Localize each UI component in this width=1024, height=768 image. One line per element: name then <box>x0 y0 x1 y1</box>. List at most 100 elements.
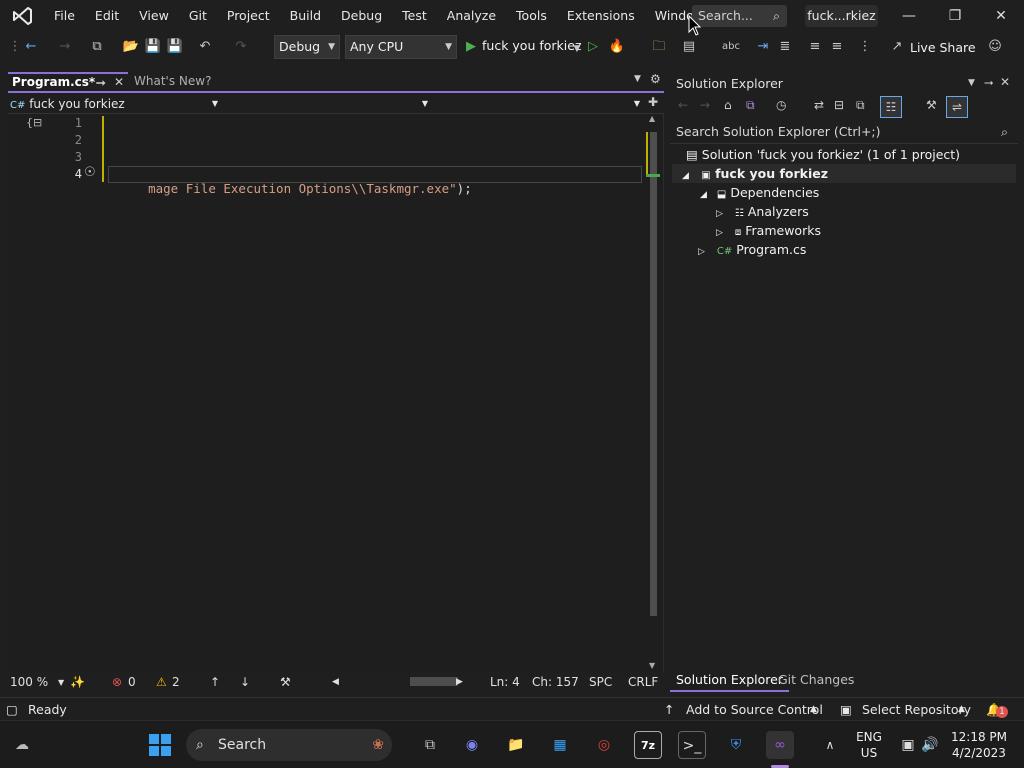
close-button[interactable]: ✕ <box>978 0 1024 32</box>
tree-frameworks[interactable]: ▷ ⧈ Frameworks <box>716 221 821 240</box>
hot-reload-icon[interactable]: 🔥 <box>608 38 626 56</box>
error-count[interactable]: 0 <box>128 675 136 689</box>
next-issue-icon[interactable]: ↓ <box>240 675 250 689</box>
navigate-back-icon[interactable]: ← <box>22 38 40 56</box>
solution-search-input[interactable]: Search Solution Explorer (Ctrl+;) ⌕ <box>670 122 1018 144</box>
tree-analyzers[interactable]: ▷ ☷ Analyzers <box>716 202 809 221</box>
chevron-down-icon[interactable]: ▼ <box>58 678 64 687</box>
browse-folder-icon[interactable]: 🗀 <box>650 38 668 56</box>
forward-icon[interactable]: → <box>700 98 710 112</box>
expanded-chevron-icon[interactable]: ◢ <box>700 190 707 200</box>
redo-icon[interactable]: ↷ <box>232 38 250 56</box>
settings-icon[interactable]: ⚙ <box>650 72 661 86</box>
tree-dependencies[interactable]: ◢ ⬓ Dependencies <box>700 183 819 202</box>
task-view-icon[interactable]: ⧉ <box>416 731 444 759</box>
show-hidden-icons-chevron[interactable]: ∧ <box>816 731 844 759</box>
chevron-up-icon[interactable]: ▲ <box>958 704 965 714</box>
hscroll-left-icon[interactable]: ◀ <box>332 677 339 687</box>
close-icon[interactable]: ✕ <box>1000 75 1010 89</box>
solution-platform-select[interactable]: Any CPU ▼ <box>345 35 457 59</box>
type-nav-select[interactable]: ▼ <box>222 95 430 113</box>
scrollbar-thumb[interactable] <box>650 132 657 616</box>
menu-extensions[interactable]: Extensions <box>557 0 645 32</box>
open-folder-icon[interactable]: 📂 <box>122 38 140 56</box>
add-to-source-control-button[interactable]: Add to Source Control <box>686 702 823 717</box>
zoom-level[interactable]: 100 % <box>10 675 48 689</box>
expanded-chevron-icon[interactable]: ◢ <box>682 171 689 181</box>
properties-icon[interactable]: ⚒ <box>926 98 937 112</box>
collapsed-chevron-icon[interactable]: ▷ <box>716 228 723 238</box>
visual-studio-taskbar-icon[interactable]: ∞ <box>766 731 794 759</box>
collapse-braces-icon[interactable]: {⊟ <box>26 116 42 129</box>
tab-whats-new[interactable]: What's New? <box>134 72 211 92</box>
language-indicator[interactable]: ENG US <box>852 729 886 761</box>
intellicode-icon[interactable]: ✨ <box>70 675 85 689</box>
tab-solution-explorer[interactable]: Solution Explorer <box>670 670 789 692</box>
menu-tools[interactable]: Tools <box>506 0 557 32</box>
start-button[interactable] <box>146 731 174 759</box>
select-repository-button[interactable]: Select Repository <box>862 702 971 717</box>
navigate-forward-icon[interactable]: → <box>56 38 74 56</box>
step-icon[interactable]: ⇥ <box>754 38 772 56</box>
terminal-icon[interactable]: >_ <box>678 731 706 759</box>
split-window-icon[interactable]: ✚ <box>648 95 658 109</box>
pin-icon[interactable]: ⭢ <box>96 74 106 91</box>
undo-icon[interactable]: ↶ <box>196 38 214 56</box>
start-debugging-icon[interactable]: ▶ <box>462 38 480 56</box>
tab-program-cs[interactable]: Program.cs* ⭢ ✕ <box>8 72 128 92</box>
code-line-4[interactable]: mage File Execution Options\\Taskmgr.exe… <box>118 166 472 211</box>
clock[interactable]: 12:18 PM 4/2/2023 <box>948 729 1010 761</box>
toolbar-overflow-icon[interactable]: ⋮ <box>856 38 874 56</box>
run-target-label[interactable]: fuck you forkiez <box>482 38 582 53</box>
menu-git[interactable]: Git <box>179 0 217 32</box>
solution-configuration-select[interactable]: Debug ▼ <box>274 35 340 59</box>
pending-changes-icon[interactable]: ◷ <box>776 98 786 112</box>
comment-icon[interactable]: ≡ <box>806 38 824 56</box>
chevron-up-icon[interactable]: ▲ <box>810 704 817 714</box>
weather-icon[interactable]: ☁ <box>8 731 36 759</box>
scroll-down-icon[interactable]: ▼ <box>649 661 655 670</box>
start-without-debugging-icon[interactable]: ▷ <box>584 38 602 56</box>
tree-program-cs[interactable]: ▷ C# Program.cs <box>698 240 806 259</box>
pin-icon[interactable]: ⭢ <box>984 75 994 90</box>
chrome-icon[interactable]: ◎ <box>590 731 618 759</box>
menu-build[interactable]: Build <box>280 0 331 32</box>
sync-icon[interactable]: ⇄ <box>814 98 824 112</box>
project-nav-select[interactable]: C# fuck you forkiez ▼ <box>10 95 220 113</box>
title-search-box[interactable]: Search... ⌕ <box>692 5 787 27</box>
menu-file[interactable]: File <box>44 0 85 32</box>
line-ending-indicator[interactable]: CRLF <box>628 675 658 689</box>
back-icon[interactable]: ← <box>678 98 688 112</box>
tree-solution[interactable]: ▤ Solution 'fuck you forkiez' (1 of 1 pr… <box>686 145 960 164</box>
menu-debug[interactable]: Debug <box>331 0 392 32</box>
switch-views-icon[interactable]: ⧉ <box>746 98 755 113</box>
code-cleanup-icon[interactable]: ⚒ <box>280 675 291 689</box>
teams-chat-icon[interactable]: ◉ <box>458 731 486 759</box>
live-share-button[interactable]: Live Share <box>910 40 976 55</box>
show-all-files-icon[interactable]: ⧉ <box>856 98 865 113</box>
preview-selected-icon[interactable]: ☷ <box>880 96 902 118</box>
save-icon[interactable]: 💾 <box>144 38 162 56</box>
microsoft-store-icon[interactable]: ▦ <box>546 731 574 759</box>
feedback-icon[interactable]: ☺ <box>986 38 1004 56</box>
7zip-icon[interactable]: 7z <box>634 731 662 759</box>
tab-list-chevron-icon[interactable]: ▼ <box>634 74 641 84</box>
hscroll-right-icon[interactable]: ▶ <box>456 677 463 687</box>
scroll-up-icon[interactable]: ▲ <box>649 114 655 123</box>
spell-check-icon[interactable]: abc <box>722 38 740 56</box>
security-shield-icon[interactable]: ⛨ <box>722 731 750 759</box>
menu-view[interactable]: View <box>129 0 179 32</box>
visual-studio-logo-icon[interactable] <box>0 0 44 32</box>
new-project-icon[interactable]: ⧉ <box>88 38 106 56</box>
warning-icon[interactable]: ⚠ <box>156 675 167 689</box>
taskbar-search[interactable]: ⌕ Search ❀ <box>186 729 392 761</box>
column-indicator[interactable]: Ch: 157 <box>532 675 579 689</box>
warning-count[interactable]: 2 <box>172 675 180 689</box>
vertical-scrollbar[interactable]: ▲ ▼ <box>646 114 660 672</box>
solution-name-badge[interactable]: fuck...rkiez <box>805 5 878 27</box>
menu-project[interactable]: Project <box>217 0 280 32</box>
uncomment-icon[interactable]: ≡ <box>828 38 846 56</box>
previous-issue-icon[interactable]: ↑ <box>210 675 220 689</box>
home-icon[interactable]: ⌂ <box>724 98 732 112</box>
member-nav-select[interactable]: ▼ <box>434 95 642 113</box>
